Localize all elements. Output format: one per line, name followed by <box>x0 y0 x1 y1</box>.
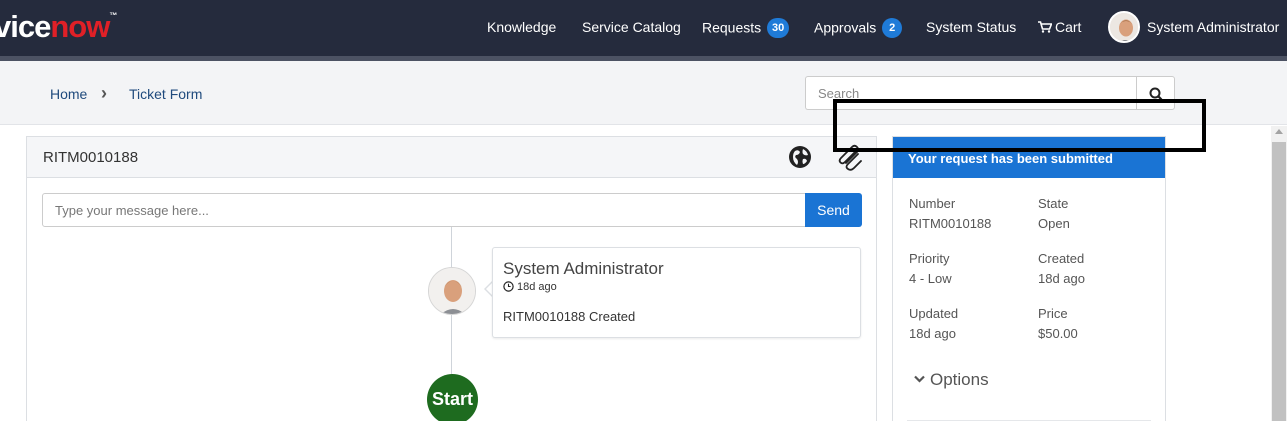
field-label-created: Created <box>1038 251 1085 266</box>
field-label-price: Price <box>1038 306 1068 321</box>
requests-count-badge: 30 <box>767 18 790 38</box>
entry-time-text: 18d ago <box>517 281 557 293</box>
approvals-count-badge: 2 <box>882 18 903 38</box>
search-button[interactable] <box>1136 76 1175 110</box>
globe-icon[interactable] <box>788 145 812 169</box>
field-label-number: Number <box>909 196 956 211</box>
request-summary-panel: Your request has been submitted Number R… <box>892 136 1166 421</box>
user-avatar[interactable] <box>1108 11 1140 43</box>
submitted-header: Your request has been submitted <box>893 137 1165 178</box>
nav-service-catalog[interactable]: Service Catalog <box>582 19 681 35</box>
clock-icon <box>503 280 514 292</box>
field-value-number: RITM0010188 <box>909 216 992 231</box>
ticket-header: RITM0010188 <box>27 137 876 178</box>
nav-cart[interactable]: Cart <box>1038 19 1081 35</box>
nav-approvals-label: Approvals <box>814 19 877 36</box>
chevron-down-icon <box>914 375 925 383</box>
field-label-updated: Updated <box>909 306 959 321</box>
ticket-number: RITM0010188 <box>43 149 139 166</box>
entry-author: System Administrator <box>503 259 664 278</box>
nav-cart-label: Cart <box>1055 19 1082 35</box>
nav-knowledge[interactable]: Knowledge <box>487 19 556 35</box>
message-input[interactable]: Type your message here... <box>42 193 806 227</box>
field-label-state: State <box>1038 196 1069 211</box>
field-label-priority: Priority <box>909 251 950 266</box>
field-value-updated: 18d ago <box>909 326 956 341</box>
logo-trademark: ™ <box>109 11 117 20</box>
scrollbar-thumb[interactable] <box>1272 142 1286 421</box>
nav-system-status[interactable]: System Status <box>926 19 1016 35</box>
user-face-icon <box>429 268 475 314</box>
user-name[interactable]: System Administrator <box>1147 19 1279 35</box>
options-toggle[interactable]: Options <box>914 370 989 390</box>
search-input[interactable]: Search <box>805 76 1137 110</box>
search-icon <box>1149 87 1163 101</box>
logo-text: vice <box>0 9 51 44</box>
breadcrumb-ticket-form[interactable]: Ticket Form <box>129 86 202 102</box>
nav-requests-label: Requests <box>702 19 762 36</box>
top-navbar: vicenow™ Knowledge Service Catalog Reque… <box>0 0 1287 56</box>
nav-requests[interactable]: Requests 30 <box>702 18 790 39</box>
user-face-icon <box>1110 13 1138 41</box>
options-label: Options <box>930 370 989 389</box>
cart-icon <box>1038 21 1052 33</box>
breadcrumb-chevron-icon: › <box>101 83 107 103</box>
timeline-start-node: Start <box>427 374 478 421</box>
entry-avatar <box>428 267 476 315</box>
breadcrumb-home[interactable]: Home <box>50 86 87 102</box>
servicenow-logo[interactable]: vicenow™ <box>0 9 117 45</box>
field-value-created: 18d ago <box>1038 271 1085 286</box>
logo-accent-text: now <box>50 9 110 44</box>
nav-approvals[interactable]: Approvals 2 <box>814 18 903 39</box>
activity-entry: System Administrator 18d ago RITM0010188… <box>492 247 861 338</box>
ticket-panel: RITM0010188 Type your message here... Se… <box>26 136 877 421</box>
paperclip-icon[interactable] <box>835 144 863 172</box>
field-value-priority: 4 - Low <box>909 271 952 286</box>
field-value-price: $50.00 <box>1038 326 1078 341</box>
scroll-up-arrow-icon[interactable] <box>1275 129 1283 134</box>
send-button[interactable]: Send <box>805 193 862 227</box>
field-value-state: Open <box>1038 216 1070 231</box>
entry-text: RITM0010188 Created <box>503 309 636 324</box>
entry-timestamp: 18d ago <box>503 280 557 293</box>
